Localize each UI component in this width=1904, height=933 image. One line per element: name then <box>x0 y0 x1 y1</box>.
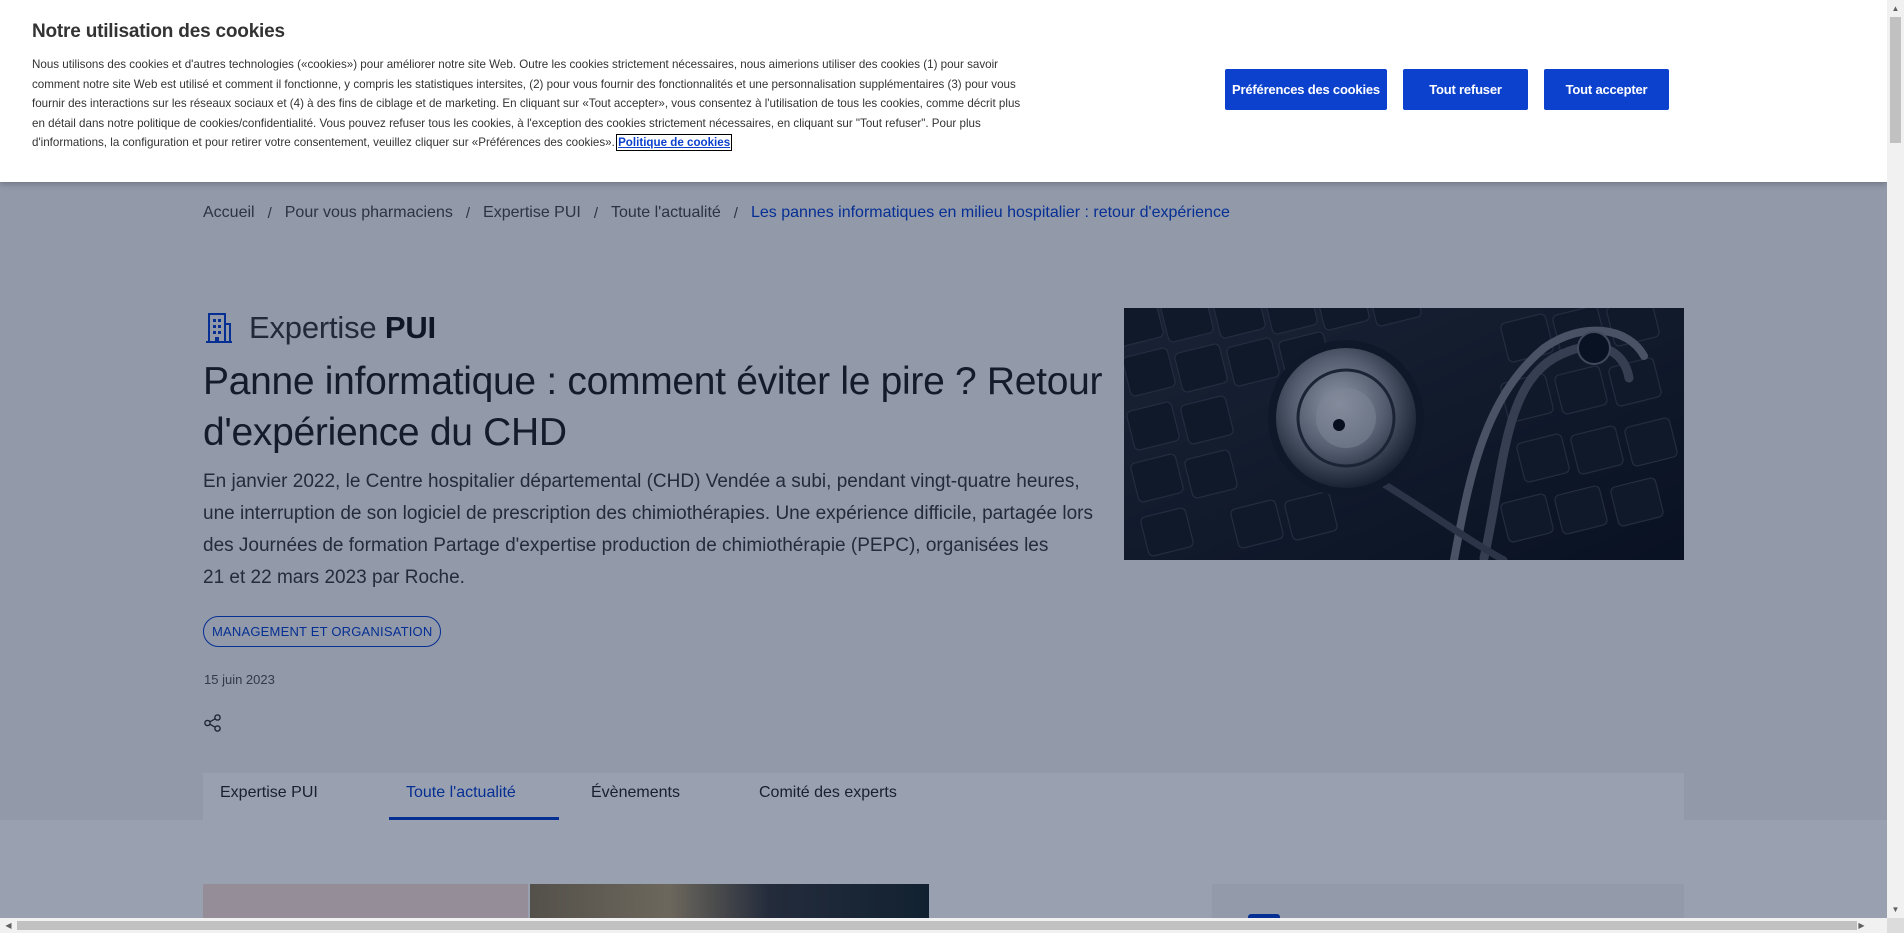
horizontal-scrollbar-thumb[interactable] <box>17 921 1857 930</box>
cookie-policy-link[interactable]: Politique de cookies <box>616 134 733 151</box>
cookie-banner-title: Notre utilisation des cookies <box>32 21 285 42</box>
cookie-preferences-button[interactable]: Préférences des cookies <box>1225 69 1387 110</box>
scroll-right-icon[interactable]: ▶ <box>1853 918 1870 933</box>
vertical-scrollbar-thumb[interactable] <box>1890 17 1901 143</box>
vertical-scrollbar[interactable]: ▲ ▼ <box>1887 0 1904 918</box>
cookie-banner-text: Nous utilisons des cookies et d'autres t… <box>32 55 1032 153</box>
cookie-banner-body: Nous utilisons des cookies et d'autres t… <box>32 58 1021 149</box>
scroll-up-icon[interactable]: ▲ <box>1887 0 1904 17</box>
cookie-banner: Notre utilisation des cookies Nous utili… <box>0 0 1887 182</box>
scroll-left-icon[interactable]: ◀ <box>0 918 17 933</box>
scroll-down-icon[interactable]: ▼ <box>1887 901 1904 918</box>
refuse-all-button[interactable]: Tout refuser <box>1403 69 1528 110</box>
horizontal-scrollbar[interactable]: ◀ ▶ <box>0 918 1887 933</box>
accept-all-button[interactable]: Tout accepter <box>1544 69 1669 110</box>
scrollbar-corner <box>1887 918 1904 933</box>
